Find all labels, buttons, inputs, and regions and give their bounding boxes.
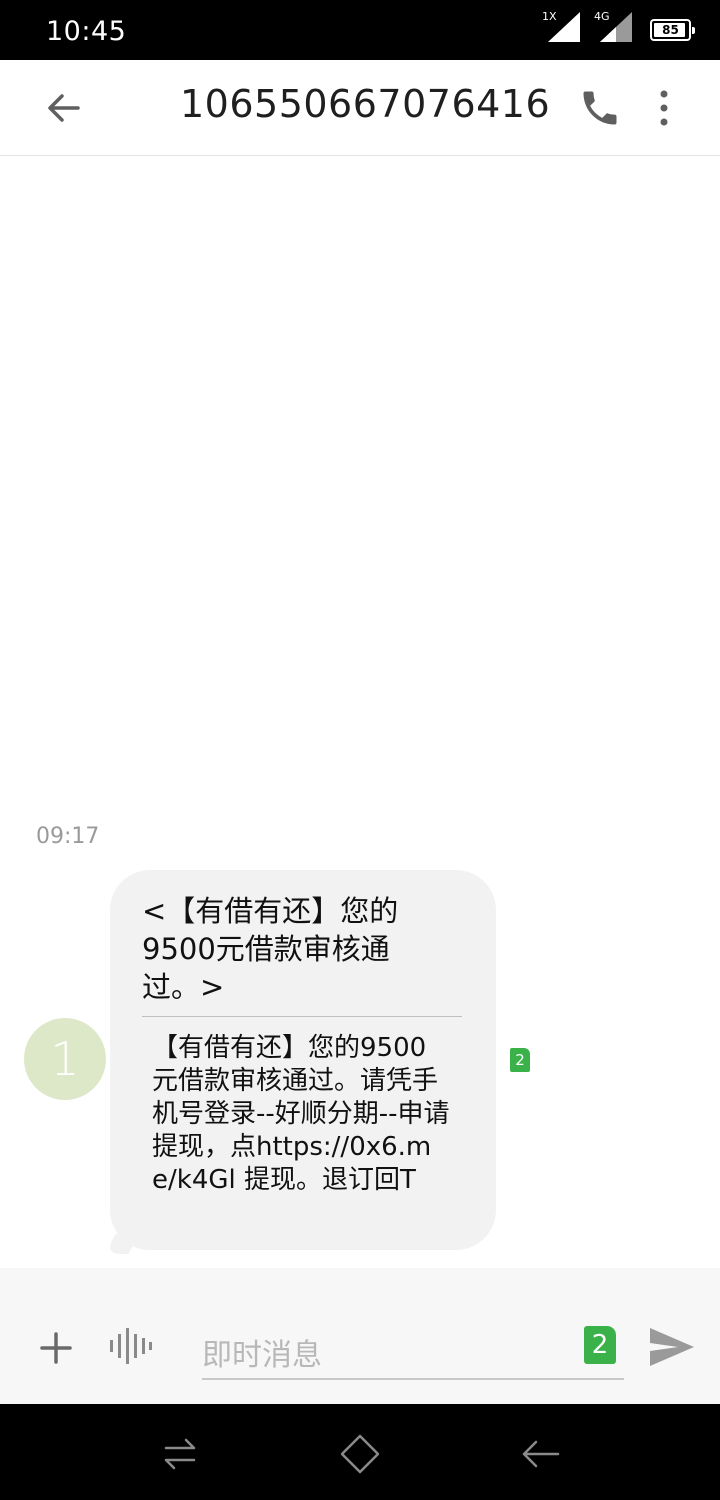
plus-icon[interactable] <box>36 1328 76 1368</box>
message-timestamp: 09:17 <box>36 824 100 849</box>
back-icon[interactable] <box>518 1432 562 1476</box>
arrow-left-icon[interactable] <box>42 86 86 130</box>
avatar[interactable]: 1 <box>24 1018 106 1100</box>
app-bar: 106550667076416 <box>0 60 720 156</box>
status-bar: 10:45 1X 4G 85 <box>0 0 720 60</box>
message-body: 【有借有还】您的9500元借款审核通过。请凭手机号登录--好顺分期--申请提现，… <box>152 1033 450 1195</box>
message-divider <box>142 1016 462 1017</box>
home-icon[interactable] <box>338 1432 382 1476</box>
battery-icon: 85 <box>650 19 695 41</box>
battery-tip <box>692 27 695 34</box>
message-subject: <【有借有还】您的9500元借款审核通过。> <box>142 894 399 1004</box>
composer-bar: 2 <box>0 1268 720 1404</box>
battery-percent: 85 <box>662 23 679 37</box>
navigation-bar <box>0 1404 720 1500</box>
message-bubble[interactable]: <【有借有还】您的9500元借款审核通过。> 【有借有还】您的9500元借款审核… <box>104 870 496 1254</box>
signal-4g-icon: 4G <box>594 10 632 46</box>
status-time: 10:45 <box>46 16 127 47</box>
switch-icon[interactable] <box>158 1432 202 1476</box>
sim-card-icon: 2 <box>510 1048 530 1072</box>
page-title: 106550667076416 <box>180 82 551 126</box>
signal-1x-icon: 1X <box>542 10 580 46</box>
phone-icon[interactable] <box>578 86 622 130</box>
voice-wave-icon[interactable] <box>106 1326 154 1366</box>
conversation-area[interactable]: 09:17 1 <【有借有还】您的9500元借款审核通过。> 【有借有还】您的9… <box>0 156 720 1268</box>
more-vertical-icon[interactable] <box>648 86 680 130</box>
signal-1x-label: 1X <box>542 10 557 23</box>
message-input[interactable] <box>202 1332 624 1380</box>
send-icon[interactable] <box>648 1326 696 1368</box>
signal-4g-label: 4G <box>594 10 610 23</box>
bubble-tail <box>104 1234 140 1254</box>
sim-select-button[interactable]: 2 <box>584 1326 616 1364</box>
